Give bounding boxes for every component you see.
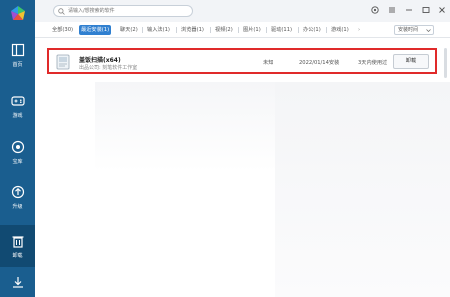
treasure-icon bbox=[11, 140, 25, 154]
settings-icon[interactable] bbox=[370, 5, 380, 15]
tab-image[interactable]: 图片(1) bbox=[241, 25, 263, 35]
download-icon bbox=[13, 277, 23, 288]
chevron-down-icon bbox=[426, 29, 431, 32]
sidebar-item-treasure[interactable]: 宝库 bbox=[0, 135, 35, 173]
download-button[interactable] bbox=[0, 268, 35, 297]
app-list: 盖饭扫描(x64) 出品公司: 刻笔软件工作室 未知 2022/01/14安装 … bbox=[35, 38, 450, 297]
background-shade bbox=[95, 82, 275, 172]
tab-office[interactable]: 办公(1) bbox=[301, 25, 323, 35]
restore-icon[interactable] bbox=[421, 5, 431, 15]
app-last-used: 3天内使用过 bbox=[358, 60, 388, 66]
app-publisher: 出品公司: 刻笔软件工作室 bbox=[79, 65, 138, 71]
minimize-icon[interactable] bbox=[404, 5, 414, 15]
close-icon[interactable] bbox=[437, 5, 447, 15]
background-shade bbox=[275, 82, 450, 297]
tab-separator bbox=[142, 27, 143, 33]
scrollbar-thumb[interactable] bbox=[444, 48, 447, 78]
menu-icon[interactable] bbox=[387, 5, 397, 15]
tab-separator bbox=[176, 27, 177, 33]
tab-games[interactable]: 游戏(1) bbox=[329, 25, 351, 35]
sort-dropdown[interactable]: 安装时间 bbox=[394, 25, 434, 35]
sort-dropdown-value: 安装时间 bbox=[398, 27, 419, 33]
search-box[interactable] bbox=[53, 5, 193, 17]
tab-recently-installed[interactable]: 最近安装(1) bbox=[79, 25, 112, 35]
tab-input-method[interactable]: 输入法(1) bbox=[145, 25, 172, 35]
sidebar-item-label: 游戏 bbox=[12, 113, 23, 119]
tab-separator bbox=[210, 27, 211, 33]
sidebar-item-home[interactable]: 首页 bbox=[0, 38, 35, 76]
search-input[interactable] bbox=[68, 6, 188, 16]
sidebar-item-label: 宝库 bbox=[12, 159, 23, 165]
search-icon bbox=[58, 8, 65, 15]
category-filter-bar: 全部(30) 最近安装(1) 聊天(2) 输入法(1) 浏览器(1) 视频(2)… bbox=[35, 22, 450, 38]
sidebar-item-upgrade[interactable]: 升级 bbox=[0, 180, 35, 218]
tab-separator bbox=[266, 27, 267, 33]
upgrade-icon bbox=[11, 185, 25, 199]
trash-icon bbox=[12, 236, 24, 248]
list-item[interactable]: 盖饭扫描(x64) 出品公司: 刻笔软件工作室 未知 2022/01/14安装 … bbox=[47, 48, 437, 74]
tab-video[interactable]: 视频(2) bbox=[213, 25, 235, 35]
more-tabs-arrow[interactable]: › bbox=[356, 25, 362, 35]
home-icon bbox=[11, 43, 25, 57]
scanner-app-icon bbox=[56, 54, 70, 70]
sidebar: 首页 游戏 宝库 升级 卸载 bbox=[0, 0, 35, 297]
sidebar-item-uninstall[interactable]: 卸载 bbox=[0, 225, 35, 267]
app-logo-icon[interactable] bbox=[9, 5, 27, 23]
app-name: 盖饭扫描(x64) bbox=[79, 57, 121, 64]
tab-browser[interactable]: 浏览器(1) bbox=[179, 25, 206, 35]
tab-separator bbox=[298, 27, 299, 33]
sidebar-item-label: 卸载 bbox=[12, 253, 23, 259]
tab-chat[interactable]: 聊天(2) bbox=[118, 25, 140, 35]
sidebar-item-label: 首页 bbox=[12, 62, 23, 68]
tab-separator bbox=[238, 27, 239, 33]
gamepad-icon bbox=[11, 96, 25, 106]
title-bar bbox=[35, 0, 450, 22]
tab-separator bbox=[326, 27, 327, 33]
sidebar-item-games[interactable]: 游戏 bbox=[0, 89, 35, 127]
uninstall-button[interactable]: 卸载 bbox=[393, 54, 429, 69]
app-install-date: 2022/01/14安装 bbox=[299, 60, 340, 66]
app-size: 未知 bbox=[263, 60, 274, 66]
tab-all[interactable]: 全部(30) bbox=[50, 25, 75, 35]
tab-driver[interactable]: 驱动(11) bbox=[269, 25, 294, 35]
sidebar-item-label: 升级 bbox=[12, 204, 23, 210]
